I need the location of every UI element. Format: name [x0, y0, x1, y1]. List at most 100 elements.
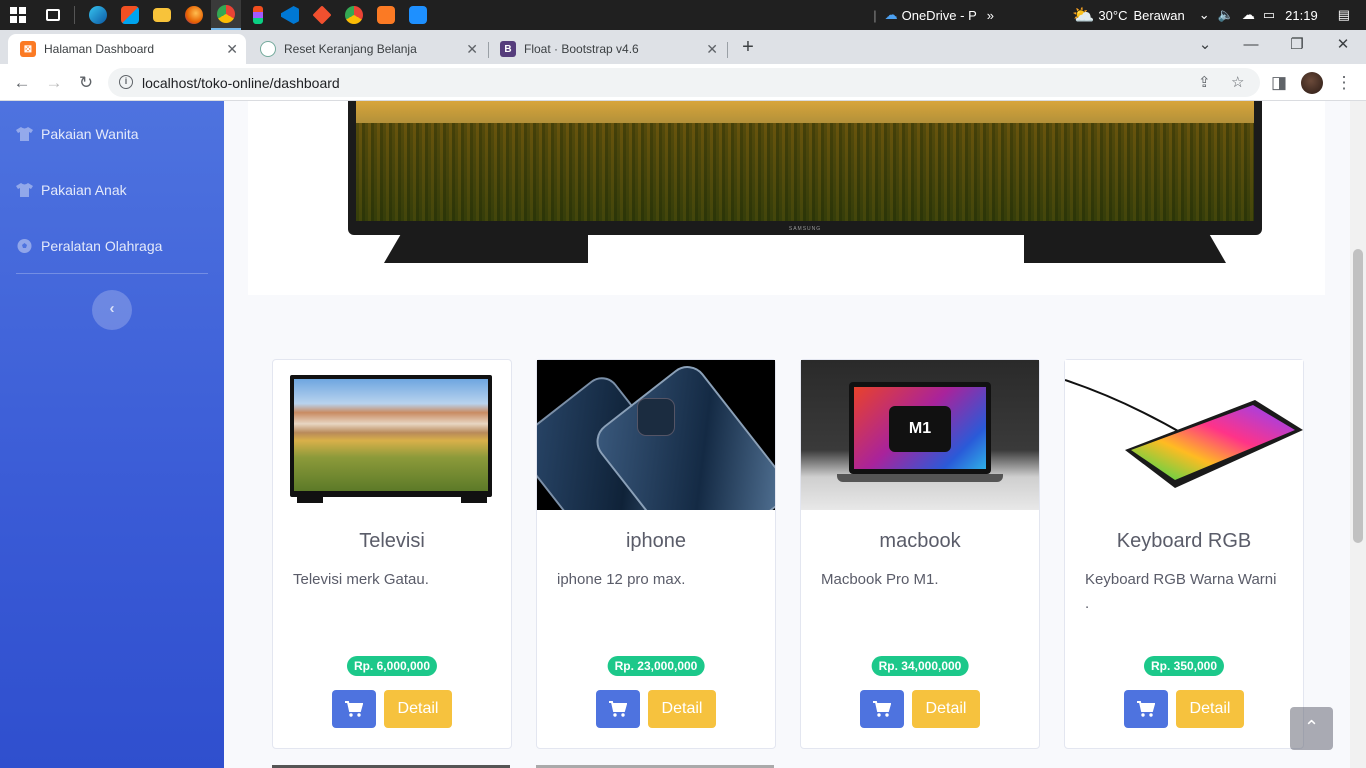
- sidebar-item-label: Pakaian Wanita: [41, 126, 139, 142]
- windows-start-icon[interactable]: [0, 0, 36, 30]
- product-description: Keyboard RGB Warna Warni .: [1085, 571, 1277, 612]
- scrollbar-thumb[interactable]: [1353, 249, 1363, 543]
- product-title: Keyboard RGB: [1116, 530, 1252, 552]
- file-explorer-icon[interactable]: [147, 0, 177, 30]
- bookmark-star-icon[interactable]: ☆: [1231, 73, 1244, 91]
- product-image-televisi: [273, 360, 511, 510]
- banner-tv-image: SAMSUNG: [348, 101, 1262, 235]
- chrome-profile-icon[interactable]: [339, 0, 369, 30]
- profile-avatar[interactable]: [1301, 72, 1323, 94]
- chevron-up-icon: ⌃: [1303, 717, 1320, 737]
- add-to-cart-button[interactable]: [332, 690, 376, 728]
- cart-icon: [873, 701, 891, 717]
- sidebar-item-pakaian-wanita[interactable]: Pakaian Wanita: [16, 122, 139, 146]
- futbol-icon: [17, 239, 32, 253]
- add-to-cart-button[interactable]: [860, 690, 904, 728]
- detail-button[interactable]: Detail: [1176, 690, 1244, 728]
- cart-icon: [1137, 701, 1155, 717]
- hero-banner: SAMSUNG: [248, 101, 1325, 295]
- price-badge: Rp. 23,000,000: [607, 656, 705, 676]
- sidebar-toggle-button[interactable]: ‹: [92, 290, 132, 330]
- close-icon[interactable]: ✕: [706, 41, 718, 58]
- sidebar-item-peralatan-olahraga[interactable]: Peralatan Olahraga: [16, 234, 162, 258]
- chevron-up-icon[interactable]: ⌄: [1199, 7, 1210, 23]
- tab-label: Reset Keranjang Belanja: [284, 42, 417, 56]
- page-scrollbar[interactable]: [1350, 101, 1366, 768]
- xampp-icon[interactable]: [371, 0, 401, 30]
- browser-toolbar: ← → ↻ i localhost/toko-online/dashboard …: [0, 64, 1366, 101]
- store-icon[interactable]: [115, 0, 145, 30]
- sidebar-divider: [16, 273, 208, 274]
- tab-search-icon[interactable]: ⌄: [1182, 30, 1228, 64]
- network-icon[interactable]: ☁: [1242, 7, 1255, 23]
- add-to-cart-button[interactable]: [1124, 690, 1168, 728]
- m1-chip-label: M1: [889, 406, 951, 452]
- product-card-macbook: M1 macbook Macbook Pro M1. Rp. 34,000,00…: [800, 359, 1040, 749]
- address-bar[interactable]: i localhost/toko-online/dashboard ⇪ ☆: [108, 68, 1260, 97]
- url-text[interactable]: localhost/toko-online/dashboard: [142, 75, 340, 91]
- cart-icon: [345, 701, 363, 717]
- tshirt-icon: [16, 127, 33, 141]
- product-description: iphone 12 pro max.: [557, 571, 686, 588]
- git-icon[interactable]: [307, 0, 337, 30]
- xampp-favicon-icon: ⊠: [20, 41, 36, 57]
- product-image-macbook: M1: [801, 360, 1039, 510]
- tab-float-bootstrap[interactable]: B Float · Bootstrap v4.6 ✕: [488, 34, 726, 64]
- minimize-button[interactable]: —: [1228, 30, 1274, 64]
- tab-reset-keranjang[interactable]: Reset Keranjang Belanja ✕: [248, 34, 486, 64]
- product-card-televisi: Televisi Televisi merk Gatau. Rp. 6,000,…: [272, 359, 512, 749]
- detail-button[interactable]: Detail: [648, 690, 716, 728]
- weather-text[interactable]: Berawan: [1133, 8, 1184, 23]
- price-badge: Rp. 34,000,000: [871, 656, 969, 676]
- close-icon[interactable]: ✕: [226, 41, 238, 58]
- volume-icon[interactable]: 🔈: [1218, 7, 1234, 23]
- reload-icon[interactable]: ↻: [74, 71, 98, 95]
- tab-label: Halaman Dashboard: [44, 42, 155, 56]
- edge-icon[interactable]: [83, 0, 113, 30]
- cart-icon: [609, 701, 627, 717]
- vscode-icon[interactable]: [275, 0, 305, 30]
- tab-halaman-dashboard[interactable]: ⊠ Halaman Dashboard ✕: [8, 34, 246, 64]
- share-icon[interactable]: ⇪: [1198, 73, 1211, 91]
- overflow-icon[interactable]: »: [987, 8, 994, 23]
- clock[interactable]: 21:19: [1285, 8, 1318, 23]
- product-description: Macbook Pro M1.: [821, 571, 939, 588]
- product-image-keyboard: [1065, 360, 1303, 510]
- new-tab-button[interactable]: +: [736, 36, 760, 60]
- chrome-menu-icon[interactable]: ⋮: [1332, 71, 1356, 95]
- close-icon[interactable]: ✕: [466, 41, 478, 58]
- detail-button[interactable]: Detail: [912, 690, 980, 728]
- firefox-icon[interactable]: [179, 0, 209, 30]
- site-info-icon[interactable]: i: [119, 75, 133, 89]
- back-icon[interactable]: ←: [10, 71, 34, 95]
- sidebar-item-pakaian-anak[interactable]: Pakaian Anak: [16, 178, 127, 202]
- notification-icon[interactable]: ▤: [1338, 7, 1350, 23]
- product-card-keyboard-rgb: Keyboard RGB Keyboard RGB Warna Warni . …: [1064, 359, 1304, 749]
- weather-icon[interactable]: ⛅: [1072, 5, 1094, 26]
- tv-stand-right: [1024, 235, 1226, 263]
- product-title: macbook: [879, 530, 961, 552]
- page-viewport: Pakaian Wanita Pakaian Anak Peralatan Ol…: [0, 101, 1366, 768]
- task-view-icon[interactable]: [38, 0, 68, 30]
- onedrive-icon[interactable]: ☁: [885, 7, 898, 23]
- sidebar-item-label: Pakaian Anak: [41, 182, 127, 198]
- forward-icon[interactable]: →: [42, 71, 66, 95]
- onedrive-label[interactable]: OneDrive - P: [902, 8, 977, 23]
- detail-button[interactable]: Detail: [384, 690, 452, 728]
- scroll-to-top-button[interactable]: ⌃: [1290, 707, 1333, 750]
- media-player-icon[interactable]: [403, 0, 433, 30]
- price-badge: Rp. 350,000: [1143, 656, 1225, 676]
- sidebar-item-label: Peralatan Olahraga: [41, 238, 163, 254]
- weather-temp[interactable]: 30°C: [1098, 8, 1127, 23]
- product-title: iphone: [625, 530, 687, 552]
- battery-icon[interactable]: ▭: [1263, 7, 1275, 23]
- close-window-button[interactable]: ✕: [1320, 30, 1366, 64]
- restore-button[interactable]: ❐: [1274, 30, 1320, 64]
- side-panel-icon[interactable]: ◨: [1267, 71, 1291, 95]
- chrome-icon[interactable]: [211, 0, 241, 30]
- price-badge: Rp. 6,000,000: [346, 656, 438, 676]
- add-to-cart-button[interactable]: [596, 690, 640, 728]
- windows-taskbar: | ☁ OneDrive - P » ⛅ 30°C Berawan ⌄ 🔈 ☁ …: [0, 0, 1366, 30]
- product-image-iphone: [537, 360, 775, 510]
- figma-icon[interactable]: [243, 0, 273, 30]
